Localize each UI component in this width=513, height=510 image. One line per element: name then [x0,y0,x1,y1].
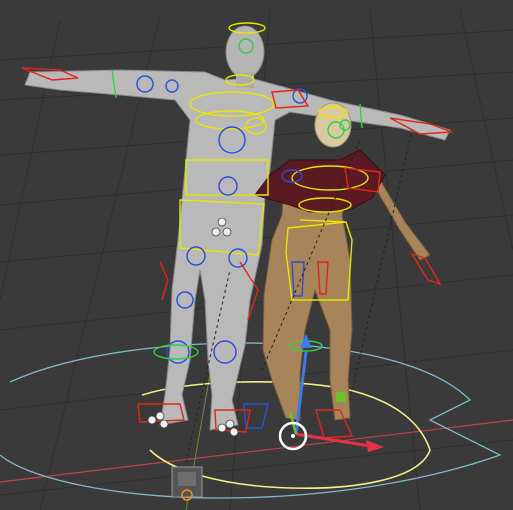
gizmo-plane-handle[interactable] [336,392,346,402]
male-character[interactable] [24,25,451,431]
gizmo-x-arrow[interactable] [366,440,384,452]
joint-marker [155,411,165,421]
joint-marker [159,419,169,429]
leg-ik-control-l[interactable] [159,261,169,301]
joint-marker [211,227,221,237]
joint-marker [229,427,239,437]
female-character[interactable] [254,102,431,421]
joint-marker [222,227,232,237]
joint-marker [225,419,235,429]
gizmo-center-dot [291,434,295,438]
joint-marker [147,415,157,425]
3d-viewport[interactable] [0,0,513,510]
camera-object[interactable] [171,466,203,501]
joint-marker [217,217,227,227]
viewport-scene [0,9,513,510]
joint-marker [217,423,227,433]
female-hand-ik-control[interactable] [410,252,442,286]
x-axis-line [0,419,513,483]
